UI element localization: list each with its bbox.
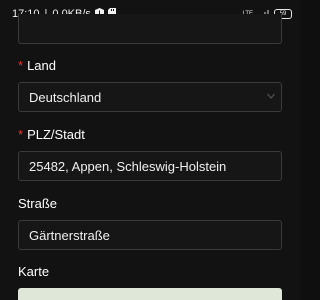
land-select[interactable]: Deutschland: [18, 82, 282, 112]
plz-stadt-label: * PLZ/Stadt: [18, 127, 85, 142]
plz-stadt-value: 25482, Appen, Schleswig-Holstein: [29, 158, 227, 174]
map-view[interactable]: [18, 288, 282, 300]
chevron-down-icon: [267, 92, 275, 103]
required-mark: *: [18, 58, 24, 73]
plz-stadt-label-text: PLZ/Stadt: [27, 127, 85, 142]
strasse-label-text: Straße: [18, 196, 58, 211]
karte-label-text: Karte: [18, 264, 50, 279]
land-label: * Land: [18, 58, 56, 73]
land-select-value: Deutschland: [29, 89, 102, 105]
strasse-input[interactable]: Gärtnerstraße: [18, 220, 282, 250]
karte-label: Karte: [18, 264, 49, 279]
strasse-value: Gärtnerstraße: [29, 227, 110, 243]
strasse-label: Straße: [18, 196, 57, 211]
required-mark: *: [18, 127, 24, 142]
plz-stadt-input[interactable]: 25482, Appen, Schleswig-Holstein: [18, 151, 282, 181]
previous-field[interactable]: [18, 14, 282, 44]
land-label-text: Land: [27, 58, 56, 73]
app-screen: 17:10 | 0,0KB/s LTE 59 *Land Deutschland: [0, 0, 300, 300]
